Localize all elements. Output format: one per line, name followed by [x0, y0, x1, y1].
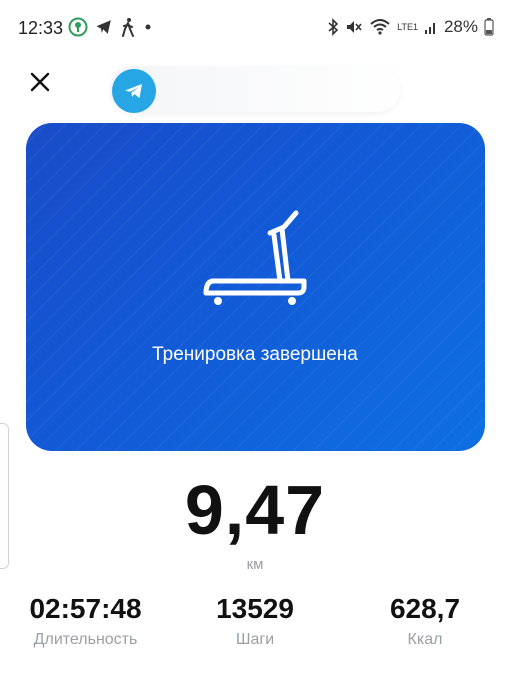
- workout-complete-text: Тренировка завершена: [152, 344, 358, 365]
- walking-icon: [122, 18, 134, 37]
- calories-label: Ккал: [407, 631, 443, 648]
- calories-stat: 628,7 Ккал: [360, 593, 490, 649]
- steps-label: Шаги: [235, 631, 275, 648]
- telegram-small-icon: [96, 20, 111, 34]
- telegram-icon: [125, 84, 142, 98]
- status-bar: 12:33 LTE1 28%: [0, 0, 510, 58]
- duration-value: 02:57:48: [29, 593, 142, 624]
- distance-value: 9,47: [184, 471, 326, 549]
- calories-value: 628,7: [389, 593, 461, 624]
- steps-value: 13529: [216, 593, 294, 624]
- signal-icon: [424, 23, 435, 34]
- close-icon: [30, 72, 50, 92]
- status-system-icons: LTE1 28%: [327, 17, 494, 37]
- treadmill-icon: [203, 210, 307, 305]
- close-button[interactable]: [25, 67, 55, 97]
- status-time: 12:33: [18, 18, 64, 38]
- wifi-icon: [370, 19, 390, 35]
- location-tree-icon: [68, 17, 88, 37]
- distance-unit: км: [246, 556, 264, 573]
- dot-icon: [145, 24, 151, 30]
- telegram-share-button[interactable]: [112, 69, 156, 113]
- duration-label: Длительность: [33, 631, 138, 648]
- battery-icon: [484, 18, 494, 36]
- bluetooth-icon: [328, 18, 339, 36]
- lte-label: LTE1: [397, 21, 418, 32]
- steps-stat: 13529 Шаги: [185, 593, 325, 649]
- duration-stat: 02:57:48 Длительность: [18, 593, 153, 649]
- status-notification-icons: [68, 17, 153, 37]
- mute-icon: [347, 21, 362, 33]
- battery-percent: 28%: [443, 17, 478, 36]
